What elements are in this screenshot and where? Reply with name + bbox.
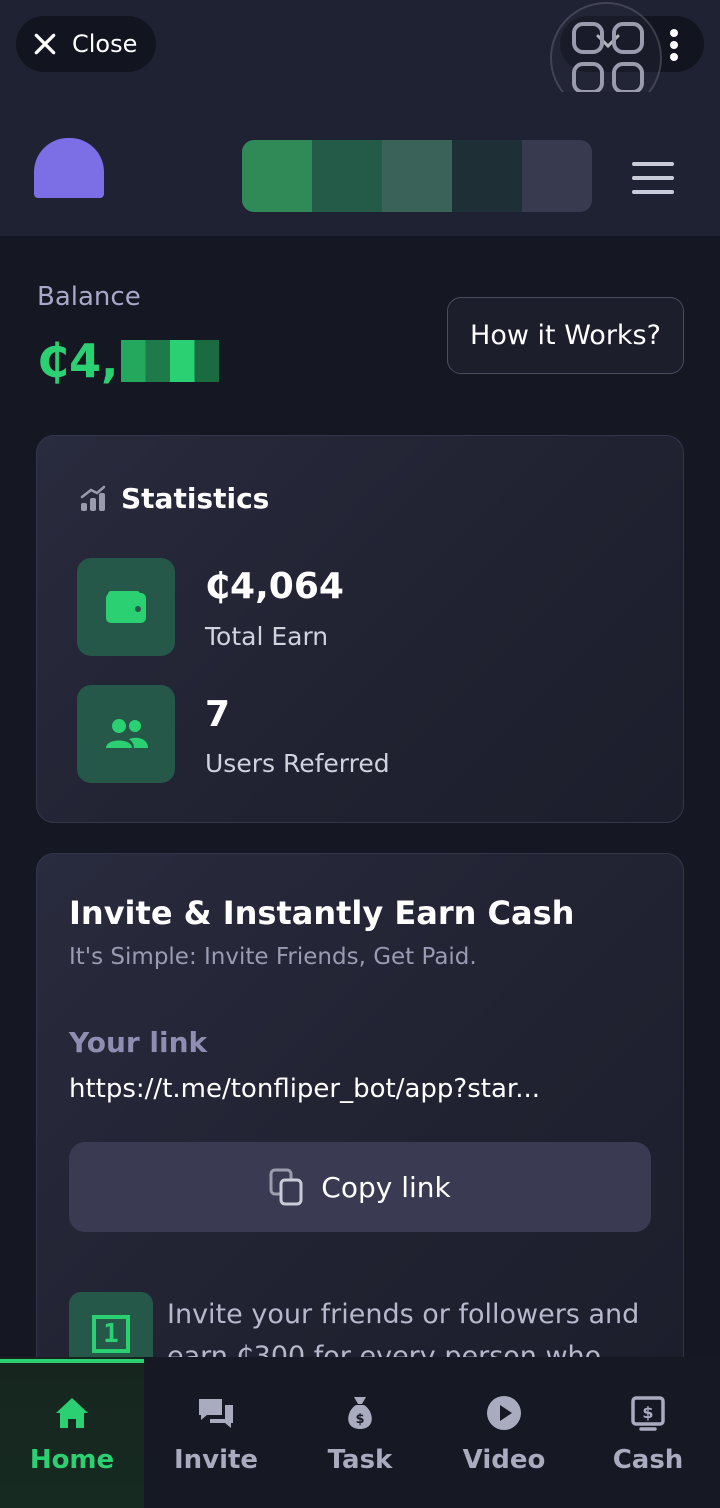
close-button[interactable]: Close xyxy=(16,16,156,72)
balance-value-text: ₵4, xyxy=(37,334,119,388)
hamburger-menu-icon[interactable] xyxy=(632,162,674,194)
money-bag-icon: $ xyxy=(348,1397,372,1429)
how-it-works-button[interactable]: How it Works? xyxy=(447,297,684,374)
nav-active-indicator xyxy=(0,1359,144,1363)
users-referred-value: 7 xyxy=(205,694,231,735)
nav-home[interactable]: Home xyxy=(0,1357,144,1508)
users-icon-box xyxy=(77,685,175,783)
nav-cash-label: Cash xyxy=(612,1445,684,1475)
nav-invite[interactable]: Invite xyxy=(144,1357,288,1508)
play-icon xyxy=(487,1396,521,1430)
balance-value: ₵4, xyxy=(37,334,219,388)
nav-invite-label: Invite xyxy=(173,1445,259,1475)
svg-text:$: $ xyxy=(355,1412,364,1427)
nav-video-label: Video xyxy=(462,1445,546,1475)
copy-icon xyxy=(269,1168,303,1206)
copy-link-button[interactable]: Copy link xyxy=(69,1142,651,1232)
referral-link-url[interactable]: https://t.me/tonfliper_bot/app?star... xyxy=(69,1074,609,1104)
nav-task[interactable]: $ Task xyxy=(288,1357,432,1508)
statistics-header: Statistics xyxy=(79,482,269,515)
nav-home-label: Home xyxy=(29,1445,115,1475)
nav-task-label: Task xyxy=(327,1445,393,1475)
your-link-label: Your link xyxy=(69,1026,208,1059)
copy-link-label: Copy link xyxy=(321,1170,451,1204)
bottom-nav: Home Invite $ Task Video $ Cash xyxy=(0,1357,720,1508)
header-banner xyxy=(242,140,592,212)
total-earn-label: Total Earn xyxy=(205,622,329,651)
chat-icon xyxy=(199,1399,233,1428)
balance-redacted-block xyxy=(120,340,219,382)
invite-subtitle: It's Simple: Invite Friends, Get Paid. xyxy=(69,944,477,970)
close-icon xyxy=(34,33,56,55)
app-header xyxy=(0,92,720,236)
total-earn-value: ₵4,064 xyxy=(205,566,344,607)
statistics-title: Statistics xyxy=(121,482,270,515)
avatar[interactable] xyxy=(34,138,104,198)
wallet-icon-box xyxy=(77,558,175,656)
invite-title: Invite & Instantly Earn Cash xyxy=(69,894,575,932)
close-label: Close xyxy=(72,30,138,58)
nav-cash[interactable]: $ Cash xyxy=(576,1357,720,1508)
invite-card: Invite & Instantly Earn Cash It's Simple… xyxy=(36,853,684,1393)
users-icon xyxy=(106,719,148,748)
home-icon xyxy=(56,1398,88,1428)
wallet-icon xyxy=(106,591,146,623)
nav-video[interactable]: Video xyxy=(432,1357,576,1508)
stats-chart-icon xyxy=(80,485,106,511)
more-options-icon[interactable] xyxy=(664,28,684,62)
step-number: 1 xyxy=(92,1315,130,1353)
statistics-card: Statistics ₵4,064 Total Earn 7 Users Ref… xyxy=(36,435,684,823)
users-referred-label: Users Referred xyxy=(205,749,390,778)
svg-text:$: $ xyxy=(642,1403,653,1422)
cash-icon: $ xyxy=(631,1396,665,1431)
balance-label: Balance xyxy=(37,282,141,312)
